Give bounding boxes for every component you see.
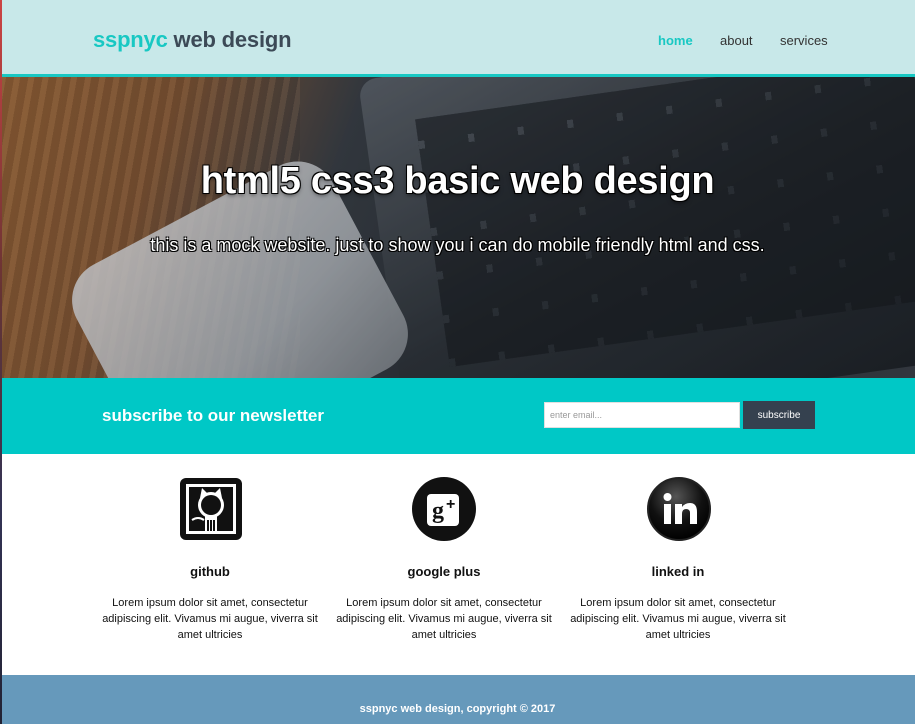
main-nav: home about services — [615, 33, 915, 53]
site-header: sspnyc web design home about services — [0, 0, 915, 77]
newsletter-bar: subscribe to our newsletter subscribe — [0, 378, 915, 454]
nav-about[interactable]: about — [720, 33, 753, 48]
box-text: Lorem ipsum dolor sit amet, consectetur … — [570, 597, 786, 641]
subscribe-button[interactable]: subscribe — [743, 401, 815, 429]
newsletter-heading: subscribe to our newsletter — [102, 406, 324, 425]
copyright-text: sspnyc web design, copyright © 2017 — [359, 703, 556, 715]
svg-text:g: g — [432, 498, 444, 524]
window-edge — [0, 0, 2, 724]
site-footer: sspnyc web design, copyright © 2017 — [0, 675, 915, 724]
box-title: linked in — [651, 564, 705, 579]
box-title: google plus — [407, 564, 481, 579]
social-boxes: github Lorem ipsum dolor sit amet, conse… — [0, 454, 915, 675]
hero-banner: html5 css3 basic web design this is a mo… — [0, 77, 915, 378]
svg-text:+: + — [446, 496, 455, 513]
brand-highlight: sspnyc — [93, 27, 168, 52]
nav-services[interactable]: services — [780, 33, 828, 48]
nav-home[interactable]: home — [658, 33, 693, 48]
brand-rest: web design — [173, 27, 292, 52]
box-title: github — [190, 564, 230, 579]
email-input[interactable] — [544, 402, 740, 428]
hero-subtitle: this is a mock website. just to show you… — [150, 235, 765, 255]
google-plus-icon[interactable]: g + — [411, 476, 477, 542]
github-icon[interactable] — [178, 476, 244, 542]
linkedin-icon[interactable] — [646, 476, 712, 542]
box-text: Lorem ipsum dolor sit amet, consectetur … — [336, 597, 552, 641]
box-text: Lorem ipsum dolor sit amet, consectetur … — [102, 597, 318, 641]
hero-title: html5 css3 basic web design — [200, 160, 715, 202]
site-logo[interactable]: sspnyc web design — [93, 27, 292, 53]
